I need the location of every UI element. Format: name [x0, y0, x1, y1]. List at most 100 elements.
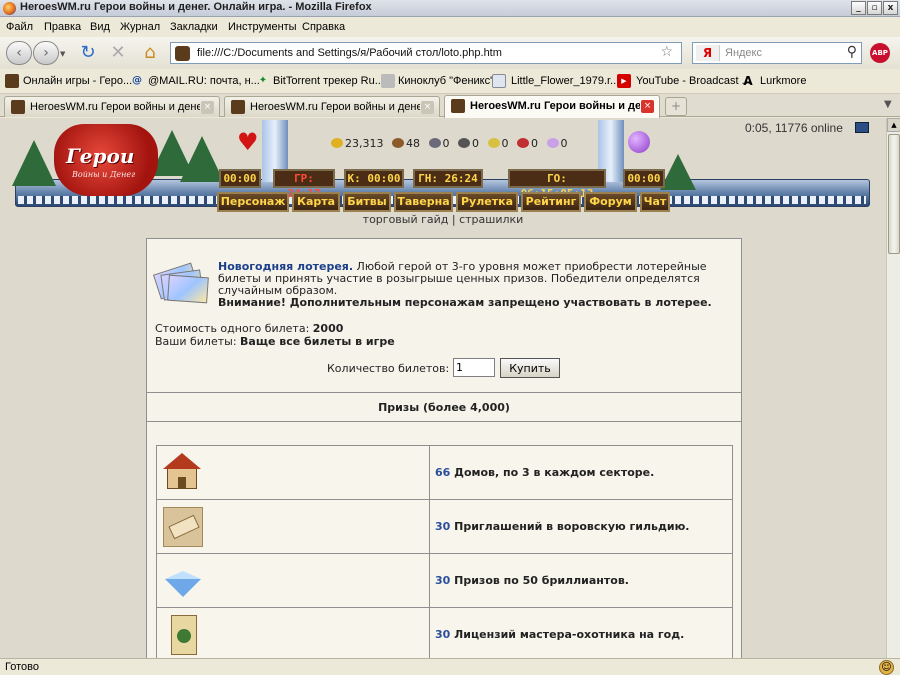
- menu-bookmarks[interactable]: Закладки: [170, 21, 218, 33]
- menu-help[interactable]: Справка: [302, 21, 345, 33]
- scary-stories-link[interactable]: страшилки: [459, 213, 523, 226]
- wood-icon: [392, 138, 404, 148]
- nav-rating-button[interactable]: Рейтинг: [521, 192, 581, 212]
- scroll-up-icon[interactable]: ▲: [887, 118, 900, 132]
- menu-view[interactable]: Вид: [90, 21, 110, 33]
- navigation-toolbar: ‹ › ▼ ↻ ✕ ⌂ file:///C:/Documents and Set…: [0, 37, 900, 69]
- prize-description: Призов по 50 бриллиантов.: [450, 574, 629, 587]
- prizes-table: 66 Домов, по 3 в каждом секторе. 30 Приг…: [156, 445, 733, 658]
- menu-file[interactable]: Файл: [6, 21, 33, 33]
- close-tab-icon[interactable]: ×: [201, 101, 214, 114]
- stop-icon[interactable]: ✕: [108, 43, 128, 63]
- smiley-icon[interactable]: ☺: [879, 660, 894, 675]
- close-tab-icon[interactable]: ×: [421, 101, 434, 114]
- lottery-info: Новогодняя лотерея. Любой герой от 3-го …: [147, 239, 741, 393]
- house-icon: [163, 452, 203, 493]
- prize-description: Приглашений в воровскую гильдию.: [450, 520, 690, 533]
- close-window-button[interactable]: x: [883, 1, 898, 15]
- link-separator: |: [448, 213, 460, 226]
- ticket-quantity-input[interactable]: [453, 358, 495, 377]
- bookmark-youtube[interactable]: YouTube - Broadcast ...: [636, 75, 751, 87]
- tab-2[interactable]: HeroesWM.ru Герои войны и денег. ... ×: [224, 96, 440, 117]
- nav-map-button[interactable]: Карта: [292, 192, 340, 212]
- tab-bar: HeroesWM.ru Герои войны и денег. ... × H…: [0, 94, 900, 118]
- minimize-button[interactable]: _: [851, 1, 866, 15]
- bittorrent-icon: ✦: [258, 75, 268, 86]
- history-dropdown-icon[interactable]: ▼: [60, 50, 65, 58]
- status-bar: Готово ☺: [0, 658, 900, 675]
- buy-button[interactable]: Купить: [500, 358, 560, 378]
- yandex-engine-icon[interactable]: Я: [696, 45, 720, 61]
- prize-text-cell: 30 Призов по 50 бриллиантов.: [429, 553, 733, 608]
- bookmark-kinoklub[interactable]: Киноклуб "Феникс": [398, 75, 494, 87]
- prize-icon-cell: [156, 445, 430, 500]
- timer-go: ГО: 06:15:05:13: [508, 169, 606, 200]
- close-tab-icon[interactable]: ×: [641, 100, 654, 113]
- tab-1[interactable]: HeroesWM.ru Герои войны и денег. ... ×: [4, 96, 220, 117]
- new-tab-button[interactable]: +: [665, 97, 687, 116]
- window-title: HeroesWM.ru Герои войны и денег. Онлайн …: [20, 1, 372, 13]
- prize-icon-cell: [156, 553, 430, 608]
- online-icon[interactable]: [855, 122, 869, 133]
- address-bar[interactable]: file:///C:/Documents and Settings/я/Рабо…: [170, 42, 682, 64]
- buy-row: Количество билетов: Купить: [327, 358, 560, 378]
- christmas-tree-icon: [12, 140, 56, 186]
- lottery-panel: Новогодняя лотерея. Любой герой от 3-го …: [146, 238, 742, 658]
- menu-history[interactable]: Журнал: [120, 21, 160, 33]
- resource-gems: 0: [560, 137, 568, 150]
- bookmarks-toolbar: Онлайн игры - Геро... @ @MAIL.RU: почта,…: [0, 69, 900, 94]
- tab-title: HeroesWM.ru Герои войны и ден...: [470, 100, 640, 112]
- search-box[interactable]: Я Яндекс ⚲: [692, 42, 862, 64]
- bookmark-star-icon[interactable]: ☆: [660, 44, 673, 60]
- bookmark-little-flower[interactable]: Little_Flower_1979.r...: [511, 75, 619, 87]
- forward-button[interactable]: ›: [33, 41, 59, 65]
- menu-tools[interactable]: Инструменты: [228, 21, 297, 33]
- nav-battles-button[interactable]: Битвы: [343, 192, 391, 212]
- bookmark-bittorrent[interactable]: BitTorrent трекер Ru...: [273, 75, 384, 87]
- nav-roulette-button[interactable]: Рулетка: [456, 192, 518, 212]
- prize-text-cell: 30 Лицензий мастера-охотника на год.: [429, 607, 733, 658]
- prize-description: Лицензий мастера-охотника на год.: [450, 628, 685, 641]
- prize-count: 30: [435, 520, 451, 533]
- home-icon[interactable]: ⌂: [140, 43, 160, 63]
- trade-guide-link[interactable]: торговый гайд: [363, 213, 449, 226]
- online-counter: 0:05, 11776 online: [745, 121, 843, 135]
- search-placeholder: Яндекс: [725, 47, 762, 59]
- back-button[interactable]: ‹: [6, 41, 32, 65]
- mana-potion-icon[interactable]: [628, 131, 650, 153]
- nav-character-button[interactable]: Персонаж: [217, 192, 289, 212]
- bookmark-mail[interactable]: @MAIL.RU: почта, н...: [148, 75, 260, 87]
- prize-description: Домов, по 3 в каждом секторе.: [450, 466, 655, 479]
- diamond-icon: [163, 561, 203, 601]
- nav-chat-button[interactable]: Чат: [640, 192, 670, 212]
- bookmark-online-games[interactable]: Онлайн игры - Геро...: [23, 75, 132, 87]
- nav-forum-button[interactable]: Форум: [584, 192, 637, 212]
- list-tabs-icon[interactable]: ▼: [884, 99, 892, 110]
- license-icon: [163, 614, 203, 655]
- health-heart-icon[interactable]: ♥: [237, 130, 259, 154]
- tab-3-active[interactable]: HeroesWM.ru Герои войны и ден... ×: [444, 95, 660, 118]
- reload-icon[interactable]: ↻: [78, 43, 98, 63]
- resource-mercury: 0: [472, 137, 479, 150]
- menu-edit[interactable]: Правка: [44, 21, 81, 33]
- resource-sulfur: 0: [501, 137, 509, 150]
- vertical-scrollbar[interactable]: ▲: [886, 118, 900, 658]
- resource-wood: 48: [406, 137, 420, 150]
- gem-icon: [546, 138, 559, 148]
- tab-favicon: [231, 100, 245, 114]
- prize-count: 66: [435, 466, 451, 479]
- menu-bar: Файл Правка Вид Журнал Закладки Инструме…: [0, 18, 900, 37]
- sub-links: торговый гайд | страшилки: [0, 213, 886, 226]
- scroll-thumb[interactable]: [888, 134, 900, 254]
- adblock-icon[interactable]: ABP: [870, 43, 890, 63]
- timer-k: К: 00:00: [344, 169, 404, 188]
- maximize-button[interactable]: ▫: [867, 1, 882, 15]
- christmas-tree-icon: [180, 136, 224, 182]
- search-icon[interactable]: ⚲: [847, 44, 857, 60]
- bookmark-lurkmore[interactable]: Lurkmore: [760, 75, 806, 87]
- prize-count: 30: [435, 574, 451, 587]
- url-text: file:///C:/Documents and Settings/я/Рабо…: [197, 47, 502, 59]
- game-header: Герои Войны и Денег ♥ 0:05, 11776 online…: [0, 118, 886, 218]
- nav-tavern-button[interactable]: Таверна: [394, 192, 453, 212]
- tab-title: HeroesWM.ru Герои войны и денег. ...: [30, 101, 200, 113]
